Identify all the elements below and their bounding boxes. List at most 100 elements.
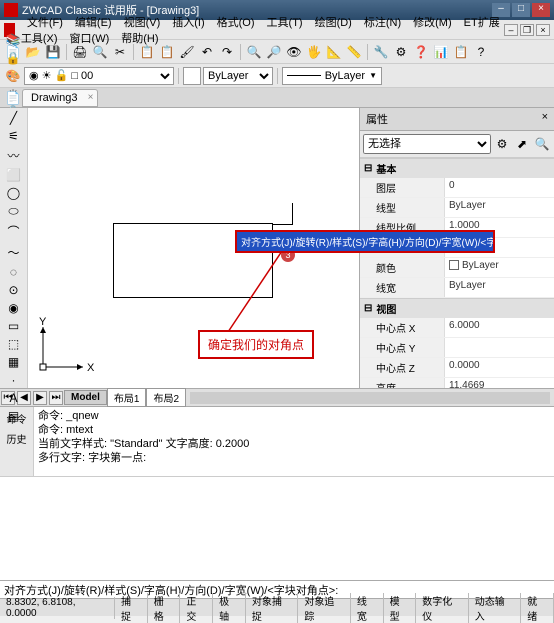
status-就绪[interactable]: 就绪 xyxy=(521,593,554,623)
draw-tool-6[interactable]: ⌒ xyxy=(3,222,25,241)
toolbar-btn-1[interactable]: 📂 xyxy=(24,43,42,61)
tab-last-button[interactable]: ⏭ xyxy=(49,391,63,405)
color-select[interactable]: ByLayer xyxy=(203,67,273,85)
draw-tool-0[interactable]: ╱ xyxy=(3,110,25,126)
toolbar-btn-10[interactable]: ↷ xyxy=(218,43,236,61)
menu-文件[interactable]: 文件(F) xyxy=(21,15,69,31)
cmd-gutter-1[interactable]: 历史 xyxy=(6,429,28,447)
draw-tool-16[interactable]: ▤ xyxy=(3,408,25,424)
toolbar-btn-12[interactable]: 🔎 xyxy=(265,43,283,61)
prop-row[interactable]: 颜色ByLayer xyxy=(360,258,554,278)
toolbar-btn-18[interactable]: ⚙ xyxy=(392,43,410,61)
menu-格式[interactable]: 格式(O) xyxy=(211,15,261,31)
layer-tool-0[interactable]: 📚 xyxy=(4,31,22,49)
coordinates-display[interactable]: 8.8302, 6.8108, 0.0000 xyxy=(0,597,115,619)
draw-tool-2[interactable]: 〰 xyxy=(3,146,25,165)
toolbar-btn-6[interactable]: 📋 xyxy=(138,43,156,61)
tab-layout2[interactable]: 布局2 xyxy=(146,388,186,407)
draw-tool-11[interactable]: ▭ xyxy=(3,318,25,334)
props-tool-icon[interactable]: ⚙ xyxy=(493,135,511,153)
toolbar-btn-11[interactable]: 🔍 xyxy=(245,43,263,61)
selection-select[interactable]: 无选择 xyxy=(363,134,491,154)
menu-编辑[interactable]: 编辑(E) xyxy=(69,15,118,31)
menu-标注[interactable]: 标注(N) xyxy=(358,15,407,31)
prop-group-基本[interactable]: ⊟基本 xyxy=(360,158,554,178)
tab-model[interactable]: Model xyxy=(64,390,107,405)
menu-插入[interactable]: 插入(I) xyxy=(166,15,210,31)
toolbar-btn-13[interactable]: 👁 xyxy=(285,43,303,61)
draw-tool-3[interactable]: ⬜ xyxy=(3,167,25,183)
draw-tool-10[interactable]: ◉ xyxy=(3,300,25,316)
status-动态输入[interactable]: 动态输入 xyxy=(469,593,521,623)
toolbar-btn-16[interactable]: 📏 xyxy=(345,43,363,61)
status-捕捉[interactable]: 捕捉 xyxy=(115,593,148,623)
prop-value[interactable]: ByLayer xyxy=(445,198,554,217)
toolbar-btn-4[interactable]: 🔍 xyxy=(91,43,109,61)
status-数字化仪[interactable]: 数字化仪 xyxy=(416,593,468,623)
draw-tool-12[interactable]: ⬚ xyxy=(3,336,25,352)
prop-value[interactable]: ByLayer xyxy=(445,278,554,297)
toolbar-btn-2[interactable]: 💾 xyxy=(44,43,62,61)
color-swatch[interactable] xyxy=(183,67,201,85)
toolbar-btn-20[interactable]: 📊 xyxy=(432,43,450,61)
toolbar-btn-7[interactable]: 📋 xyxy=(158,43,176,61)
lineweight-select[interactable]: ByLayer ▼ xyxy=(282,67,382,85)
menu-视图[interactable]: 视图(V) xyxy=(118,15,167,31)
layer-tool-2[interactable]: 🎨 xyxy=(4,67,22,85)
status-线宽[interactable]: 线宽 xyxy=(351,593,384,623)
prop-row[interactable]: 中心点 Y xyxy=(360,338,554,358)
prop-value[interactable]: ByLayer xyxy=(445,258,554,277)
toolbar-btn-8[interactable]: 🖌 xyxy=(178,43,196,61)
draw-tool-13[interactable]: ▦ xyxy=(3,354,25,370)
doc-close-button[interactable]: × xyxy=(536,24,550,36)
prop-value[interactable] xyxy=(445,338,554,357)
prop-value[interactable]: 11.4669 xyxy=(445,378,554,388)
prop-group-视图[interactable]: ⊟视图 xyxy=(360,298,554,318)
menu-绘图[interactable]: 绘图(D) xyxy=(309,15,358,31)
prop-row[interactable]: 图层0 xyxy=(360,178,554,198)
draw-tool-7[interactable]: 〜 xyxy=(3,243,25,262)
draw-tool-14[interactable]: · xyxy=(3,372,25,388)
toolbar-btn-5[interactable]: ✂ xyxy=(111,43,129,61)
prop-row[interactable]: 线宽ByLayer xyxy=(360,278,554,298)
prop-value[interactable]: 0.0000 xyxy=(445,358,554,377)
properties-close-icon[interactable]: × xyxy=(542,111,548,127)
toolbar-btn-19[interactable]: ❓ xyxy=(412,43,430,61)
toolbar-btn-15[interactable]: 📐 xyxy=(325,43,343,61)
scrollbar-horizontal[interactable] xyxy=(190,392,550,404)
status-模型[interactable]: 模型 xyxy=(384,593,417,623)
status-极轴[interactable]: 极轴 xyxy=(213,593,246,623)
menu-修改[interactable]: 修改(M) xyxy=(407,15,458,31)
doc-tab-menu-icon[interactable]: 📄 xyxy=(4,89,22,107)
doc-minimize-button[interactable]: – xyxy=(504,24,518,36)
draw-tool-9[interactable]: ⊙ xyxy=(3,282,25,298)
draw-tool-8[interactable]: ◌ xyxy=(3,264,25,280)
layer-tool-1[interactable]: 🔒 xyxy=(4,49,22,67)
draw-tool-15[interactable]: A xyxy=(3,390,25,406)
status-对象追踪[interactable]: 对象追踪 xyxy=(298,593,350,623)
maximize-button[interactable]: □ xyxy=(512,3,530,17)
status-栅格[interactable]: 栅格 xyxy=(148,593,181,623)
status-对象捕捉[interactable]: 对象捕捉 xyxy=(246,593,298,623)
toolbar-btn-3[interactable]: 🖨 xyxy=(71,43,89,61)
prop-value[interactable]: 6.0000 xyxy=(445,318,554,337)
toolbar-btn-22[interactable]: ? xyxy=(472,43,490,61)
tab-layout1[interactable]: 布局1 xyxy=(107,388,147,407)
prop-row[interactable]: 中心点 X6.0000 xyxy=(360,318,554,338)
doc-tab-close-icon[interactable]: × xyxy=(88,92,94,103)
prop-row[interactable]: 高度11.4669 xyxy=(360,378,554,388)
props-filter-icon[interactable]: 🔍 xyxy=(533,135,551,153)
prop-row[interactable]: 中心点 Z0.0000 xyxy=(360,358,554,378)
props-pick-icon[interactable]: ⬈ xyxy=(513,135,531,153)
status-正交[interactable]: 正交 xyxy=(180,593,213,623)
doc-tab-drawing3[interactable]: Drawing3 × xyxy=(22,89,98,107)
toolbar-btn-14[interactable]: 🖐 xyxy=(305,43,323,61)
prop-value[interactable]: 0 xyxy=(445,178,554,197)
toolbar-btn-17[interactable]: 🔧 xyxy=(372,43,390,61)
doc-restore-button[interactable]: ❐ xyxy=(520,24,534,36)
close-button[interactable]: × xyxy=(532,3,550,17)
draw-tool-5[interactable]: ⬭ xyxy=(3,203,25,220)
tab-next-button[interactable]: ▶ xyxy=(33,391,47,405)
toolbar-btn-9[interactable]: ↶ xyxy=(198,43,216,61)
draw-tool-4[interactable]: ◯ xyxy=(3,185,25,201)
